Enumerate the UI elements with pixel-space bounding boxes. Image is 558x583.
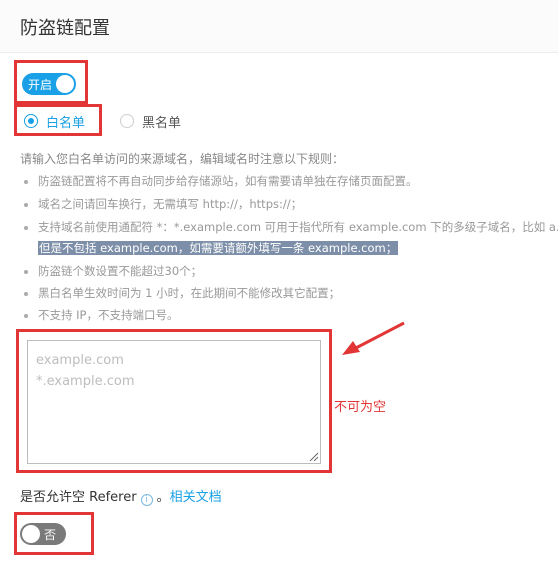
blacklist-radio[interactable] (120, 114, 134, 128)
referer-label: 是否允许空 Referer (20, 490, 137, 505)
bullet (24, 292, 28, 296)
toggle-knob (22, 525, 40, 543)
related-docs-link[interactable]: 相关文档 (170, 490, 222, 505)
tips-intro: 请输入您白名单访问的来源域名，编辑域名时注意以下规则： (20, 152, 345, 166)
empty-referer-toggle-label: 否 (44, 528, 57, 542)
resize-handle-icon[interactable] (308, 451, 318, 461)
rule-item: 防盗链配置将不再自动同步给存储源站，如有需要请单独在存储页面配置。 (38, 174, 418, 188)
annotation-arrow-icon (342, 321, 405, 355)
bullet (24, 314, 28, 318)
whitelist-label[interactable]: 白名单 (46, 112, 85, 131)
highlighted-text: 但是不包括 example.com，如需要请额外填写一条 example.com… (38, 241, 399, 255)
radio-dot (28, 118, 34, 124)
rule-item-continued: 但是不包括 example.com，如需要请额外填写一条 example.com… (38, 240, 399, 256)
enable-toggle[interactable]: 开启 (22, 73, 76, 95)
referer-period: 。 (156, 490, 170, 505)
rule-item: 域名之间请回车换行，无需填写 http://，https://； (38, 197, 303, 211)
empty-referer-toggle[interactable]: 否 (20, 523, 66, 545)
bullet (24, 226, 28, 230)
referer-row: 是否允许空 Referer i 。相关文档 (20, 486, 222, 506)
rule-item: 支持域名前使用通配符 *：*.example.com 可用于指代所有 examp… (38, 220, 558, 234)
page-title: 防盗链配置 (20, 18, 110, 39)
annotation-warning: 不可为空 (334, 400, 387, 415)
bullet (24, 270, 28, 274)
info-icon[interactable]: i (140, 494, 153, 506)
whitelist-radio[interactable] (24, 114, 38, 128)
blacklist-label[interactable]: 黑名单 (142, 112, 181, 131)
rule-item: 不支持 IP，不支持端口号。 (38, 308, 179, 322)
toggle-knob (56, 75, 74, 93)
bullet (24, 203, 28, 207)
bullet (24, 180, 28, 184)
domain-list-textarea[interactable] (27, 340, 321, 464)
rule-item: 黑白名单生效时间为 1 小时，在此期间不能修改其它配置； (38, 286, 341, 300)
enable-toggle-label: 开启 (28, 78, 53, 92)
rule-item: 防盗链个数设置不能超过30个； (38, 264, 203, 278)
